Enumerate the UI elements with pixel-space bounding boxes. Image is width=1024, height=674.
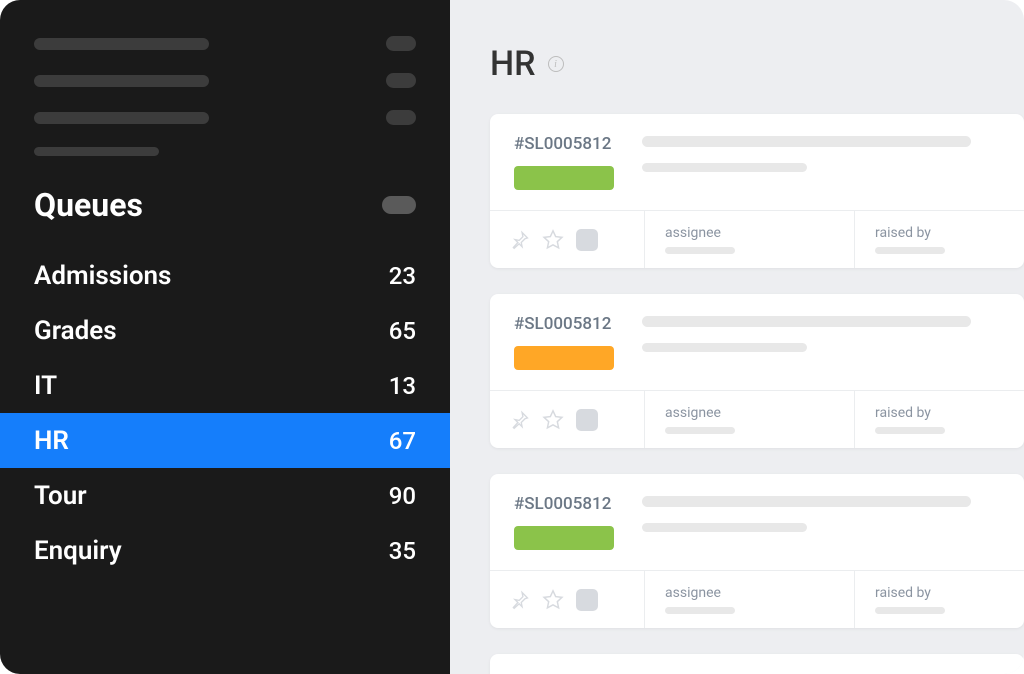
- raisedby-label: raised by: [875, 405, 945, 421]
- ticket-summary: #SL0005812: [490, 654, 1024, 674]
- queue-item-it[interactable]: IT 13: [0, 358, 450, 413]
- stub-bar: [875, 607, 945, 614]
- queue-label: Tour: [34, 481, 87, 511]
- status-chip: [514, 346, 614, 370]
- stub-bar: [875, 427, 945, 434]
- queues-nav: Admissions 23 Grades 65 IT 13 HR 67 Tour…: [0, 248, 450, 578]
- pin-icon[interactable]: [510, 410, 530, 430]
- raisedby-label: raised by: [875, 585, 945, 601]
- queues-title: Queues: [34, 186, 143, 224]
- ticket-id-block: #SL0005812: [514, 494, 614, 550]
- ticket-actions: [490, 211, 645, 268]
- ticket-assignee-cell: assignee: [645, 571, 855, 628]
- info-icon[interactable]: i: [548, 56, 564, 72]
- stub-pill: [386, 36, 416, 51]
- stub-bar: [665, 427, 735, 434]
- assignee-label: assignee: [665, 585, 735, 601]
- queues-count-badge: [382, 196, 416, 214]
- ticket-content-stub: [642, 314, 1000, 352]
- queues-section-header: Queues: [0, 186, 450, 224]
- queue-item-admissions[interactable]: Admissions 23: [0, 248, 450, 303]
- queue-label: Enquiry: [34, 536, 122, 566]
- queue-label: Admissions: [34, 261, 171, 291]
- queue-count: 35: [389, 537, 416, 565]
- stub-bar: [34, 38, 209, 50]
- queue-label: IT: [34, 371, 57, 401]
- assignee-label: assignee: [665, 405, 735, 421]
- placeholder-square[interactable]: [576, 409, 598, 431]
- ticket-assignee-cell: assignee: [645, 391, 855, 448]
- ticket-card[interactable]: #SL0005812: [490, 654, 1024, 674]
- ticket-raisedby-cell: raised by: [855, 571, 1024, 628]
- sidebar-stub-2: [0, 73, 450, 88]
- ticket-card[interactable]: #SL0005812: [490, 294, 1024, 448]
- stub-bar: [34, 112, 209, 124]
- queue-count: 65: [389, 317, 416, 345]
- ticket-list: #SL0005812: [490, 114, 1024, 674]
- stub-bar: [642, 343, 807, 352]
- ticket-content-stub: [642, 494, 1000, 532]
- status-chip: [514, 526, 614, 550]
- stub-bar: [875, 247, 945, 254]
- stub-bar: [642, 316, 971, 327]
- ticket-id: #SL0005812: [514, 494, 614, 514]
- app-root: Queues Admissions 23 Grades 65 IT 13 HR …: [0, 0, 1024, 674]
- ticket-id: #SL0005812: [514, 134, 614, 154]
- stub-bar: [34, 147, 159, 156]
- raisedby-label: raised by: [875, 225, 945, 241]
- ticket-actions: [490, 571, 645, 628]
- sidebar: Queues Admissions 23 Grades 65 IT 13 HR …: [0, 0, 450, 674]
- placeholder-square[interactable]: [576, 589, 598, 611]
- status-chip: [514, 166, 614, 190]
- ticket-meta-row: assignee raised by: [490, 390, 1024, 448]
- ticket-id: #SL0005812: [514, 314, 614, 334]
- star-icon[interactable]: [542, 409, 564, 431]
- queue-count: 67: [389, 427, 416, 455]
- ticket-raisedby-cell: raised by: [855, 211, 1024, 268]
- stub-bar: [34, 75, 209, 87]
- queue-item-tour[interactable]: Tour 90: [0, 468, 450, 523]
- sidebar-stub-3: [0, 110, 450, 125]
- main-header: HR i: [490, 44, 1024, 84]
- queue-label: Grades: [34, 316, 117, 346]
- sidebar-stub-4: [0, 147, 450, 156]
- stub-pill: [386, 110, 416, 125]
- placeholder-square[interactable]: [576, 229, 598, 251]
- ticket-raisedby-cell: raised by: [855, 391, 1024, 448]
- main-panel: HR i #SL0005812: [450, 0, 1024, 674]
- queue-count: 13: [389, 372, 416, 400]
- pin-icon[interactable]: [510, 590, 530, 610]
- ticket-meta-row: assignee raised by: [490, 210, 1024, 268]
- stub-bar: [665, 607, 735, 614]
- ticket-summary: #SL0005812: [490, 474, 1024, 570]
- sidebar-stub-1: [0, 36, 450, 51]
- ticket-id-block: #SL0005812: [514, 314, 614, 370]
- stub-bar: [642, 136, 971, 147]
- stub-bar: [665, 247, 735, 254]
- star-icon[interactable]: [542, 229, 564, 251]
- stub-bar: [642, 163, 807, 172]
- stub-bar: [642, 496, 971, 507]
- assignee-label: assignee: [665, 225, 735, 241]
- ticket-summary: #SL0005812: [490, 294, 1024, 390]
- ticket-content-stub: [642, 134, 1000, 172]
- queue-item-hr[interactable]: HR 67: [0, 413, 450, 468]
- star-icon[interactable]: [542, 589, 564, 611]
- queue-count: 23: [389, 262, 416, 290]
- page-title: HR: [490, 44, 536, 84]
- ticket-card[interactable]: #SL0005812: [490, 114, 1024, 268]
- ticket-card[interactable]: #SL0005812: [490, 474, 1024, 628]
- pin-icon[interactable]: [510, 230, 530, 250]
- queue-item-grades[interactable]: Grades 65: [0, 303, 450, 358]
- queue-item-enquiry[interactable]: Enquiry 35: [0, 523, 450, 578]
- ticket-summary: #SL0005812: [490, 114, 1024, 210]
- queue-label: HR: [34, 426, 69, 456]
- ticket-meta-row: assignee raised by: [490, 570, 1024, 628]
- ticket-actions: [490, 391, 645, 448]
- stub-pill: [386, 73, 416, 88]
- queue-count: 90: [389, 482, 416, 510]
- ticket-id-block: #SL0005812: [514, 134, 614, 190]
- stub-bar: [642, 523, 807, 532]
- ticket-assignee-cell: assignee: [645, 211, 855, 268]
